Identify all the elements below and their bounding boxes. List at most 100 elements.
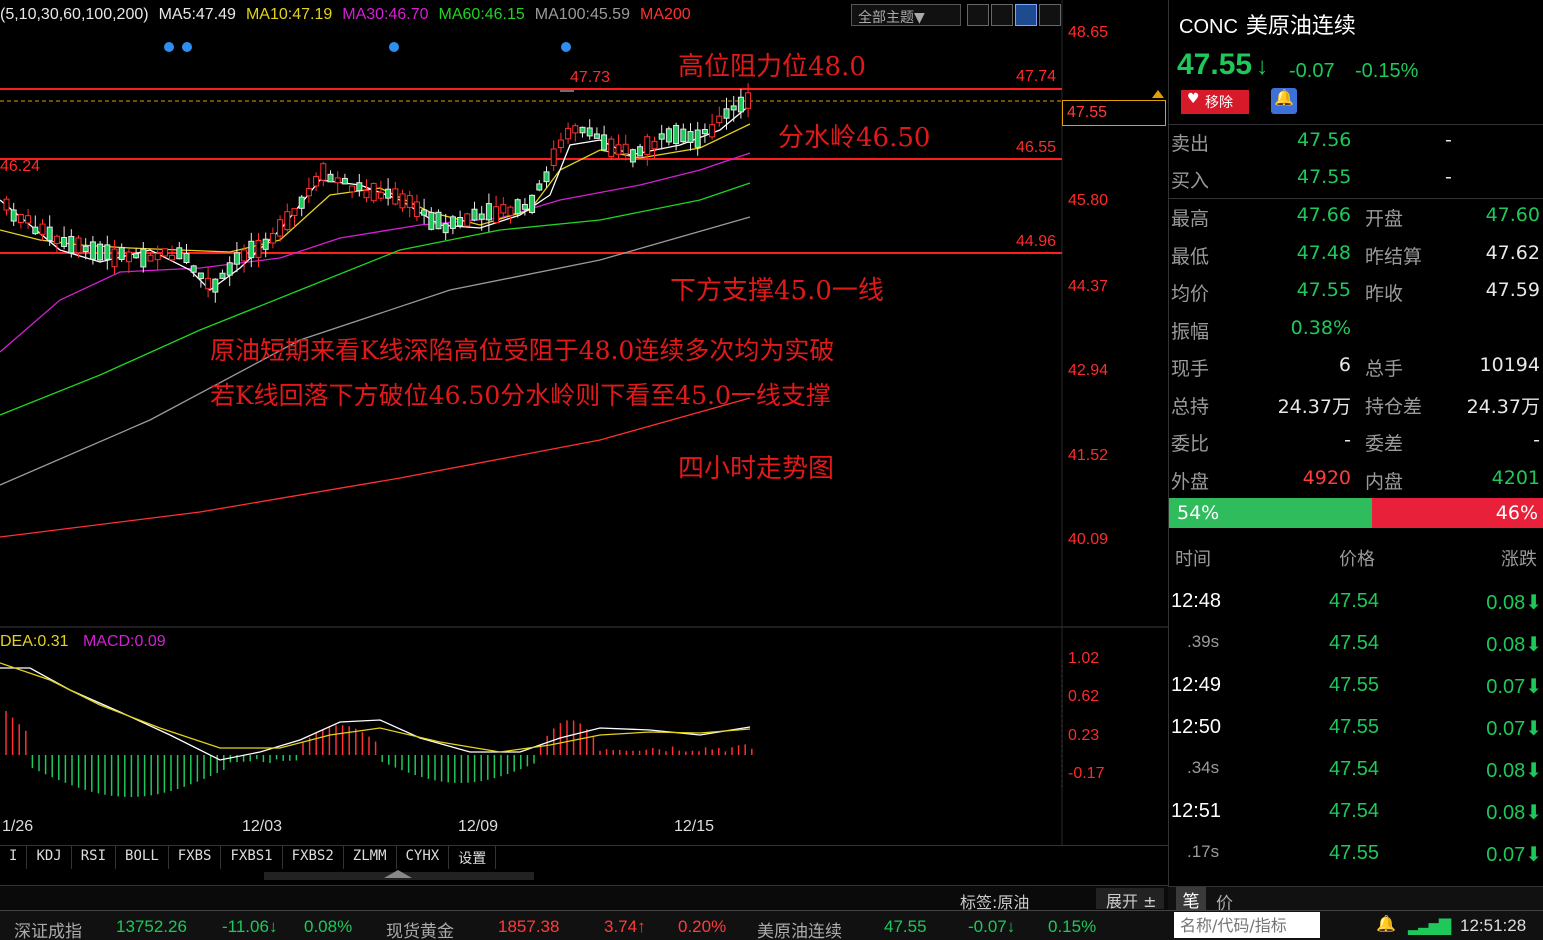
quote-row: 外盘 4920 内盘 4201 (1169, 460, 1543, 497)
tick-price: 47.54 (1329, 590, 1380, 612)
index-name[interactable]: 美原油连续 (757, 917, 842, 940)
columns-layout-icon[interactable] (991, 4, 1013, 26)
kline-chart-panel[interactable]: (5,10,30,60,100,200) MA5:47.49 MA10:47.19 M… (0, 0, 1168, 845)
theme-dropdown[interactable]: 全部主题▼ (851, 4, 961, 26)
candle-body (413, 201, 420, 217)
quote-key: 最低 (1171, 245, 1210, 268)
indicator-tab[interactable]: FXBS (169, 846, 222, 869)
candle-body (716, 115, 723, 124)
candle-body (658, 133, 665, 140)
index-change: -11.06↓ (222, 917, 278, 936)
quote-key: 昨结算 (1365, 245, 1423, 268)
quote-value: 47.55 (1296, 279, 1351, 301)
candle-body (622, 143, 629, 155)
candle-body (687, 131, 694, 143)
indicator-tab[interactable]: I (0, 846, 28, 869)
candle-body (25, 215, 32, 224)
alert-bell-button[interactable]: 🔔 (1271, 88, 1297, 114)
index-name[interactable]: 现货黄金 (386, 917, 454, 940)
candle-body (428, 211, 435, 230)
chart-mode-icon[interactable] (1015, 4, 1037, 26)
candle-body (421, 209, 428, 216)
quote-value: 24.37万 (1277, 395, 1351, 418)
macd-axis-label: -0.17 (1068, 765, 1105, 782)
candle-body (536, 183, 543, 191)
kline-chart-svg[interactable] (0, 0, 1168, 845)
indicator-tab[interactable]: ZLMM (344, 846, 397, 869)
clock: 12:51:28 (1460, 916, 1527, 935)
tick-mode-tabs: 笔 价 (1168, 886, 1543, 914)
candle-body (550, 148, 557, 166)
ma-legend-item: MA100:45.59 (534, 6, 630, 23)
candle-body (673, 124, 680, 144)
y-axis-label: 48.65 (1068, 24, 1109, 41)
scroll-handle-icon[interactable] (384, 870, 412, 878)
indicator-tab[interactable]: RSI (72, 846, 117, 869)
tick-change-value: 0.08 (1486, 760, 1526, 782)
candle-body (255, 240, 262, 258)
candle-body (125, 251, 132, 263)
quote-value: 47.60 (1485, 204, 1540, 226)
candle-body (68, 235, 75, 254)
candle-body (284, 211, 291, 231)
index-name[interactable]: 深证成指 (14, 917, 82, 940)
candle-body (730, 105, 737, 111)
candle-body (442, 223, 449, 234)
candle-body (629, 149, 636, 163)
candle-body (104, 244, 111, 260)
candle-body (320, 163, 327, 181)
signal-dot (389, 42, 399, 52)
quote-panel: CONC 美原油连续 47.55 ↓ -0.07 -0.15% ♥ 移除 🔔 卖出 … (1168, 0, 1543, 910)
candle-body (32, 226, 39, 235)
tab-stroke[interactable]: 笔 (1176, 887, 1206, 912)
y-axis-label: 41.52 (1068, 447, 1109, 464)
indicator-tab[interactable]: CYHX (397, 846, 450, 869)
remove-favorite-button[interactable]: ♥ 移除 (1181, 90, 1249, 114)
expand-button[interactable]: 展开 ± (1096, 888, 1164, 911)
window-layout-icon[interactable] (1039, 4, 1061, 26)
indicator-tab[interactable]: FXBS2 (283, 846, 344, 869)
index-change-pct: 0.15% (1048, 917, 1097, 936)
tick-time: 12:49 (1171, 674, 1222, 696)
quote-value: 0.38% (1290, 316, 1351, 339)
tick-price: 47.54 (1329, 758, 1380, 780)
instrument-name: 美原油连续 (1245, 14, 1356, 39)
indicator-tab[interactable]: FXBS1 (221, 846, 283, 869)
bell-icon[interactable]: 🔔 (1376, 914, 1396, 933)
candle-body (241, 249, 248, 262)
quote-value: 24.37万 (1466, 395, 1540, 418)
candle-body (176, 247, 183, 260)
candle-body (46, 226, 53, 242)
candle-body (183, 253, 190, 264)
quote-key: 振幅 (1171, 320, 1210, 343)
quote-value: - (1533, 429, 1540, 451)
tick-price: 47.54 (1329, 800, 1380, 822)
tick-price: 47.55 (1329, 674, 1380, 696)
candle-body (277, 219, 284, 237)
quote-value: 47.66 (1296, 204, 1351, 226)
resistance-annotation: 高位阻力位48.0 (678, 52, 866, 82)
macd-legend: DEA:0.31 MACD:0.09 (0, 633, 166, 651)
search-input[interactable] (1174, 912, 1320, 938)
quote-value: 4920 (1302, 466, 1351, 489)
candle-body (262, 238, 269, 250)
grid-layout-icon[interactable] (967, 4, 989, 26)
candle-body (10, 209, 17, 222)
indicator-tab[interactable]: KDJ (27, 846, 72, 869)
quote-value: 4201 (1491, 466, 1540, 489)
candle-body (457, 216, 464, 227)
candle-body (133, 253, 140, 259)
indicator-tab[interactable]: BOLL (116, 846, 169, 869)
quote-row: 委比 - 委差 - (1169, 422, 1543, 459)
x-axis-date: 12/03 (242, 818, 283, 835)
index-value: 1857.38 (498, 917, 560, 936)
tick-change: 0.08⬇ (1486, 632, 1542, 657)
y-axis-label: 45.80 (1068, 192, 1109, 209)
candle-body (471, 208, 478, 221)
tick-row: 12:49 47.55 0.07⬇ (1169, 664, 1543, 706)
ask-row: 卖出 47.56 - (1169, 122, 1543, 159)
candle-body (197, 272, 204, 280)
x-axis-date: 12/09 (458, 818, 499, 835)
indicator-tab[interactable]: 设置 (449, 846, 497, 869)
horizontal-scrollbar[interactable] (264, 870, 534, 880)
